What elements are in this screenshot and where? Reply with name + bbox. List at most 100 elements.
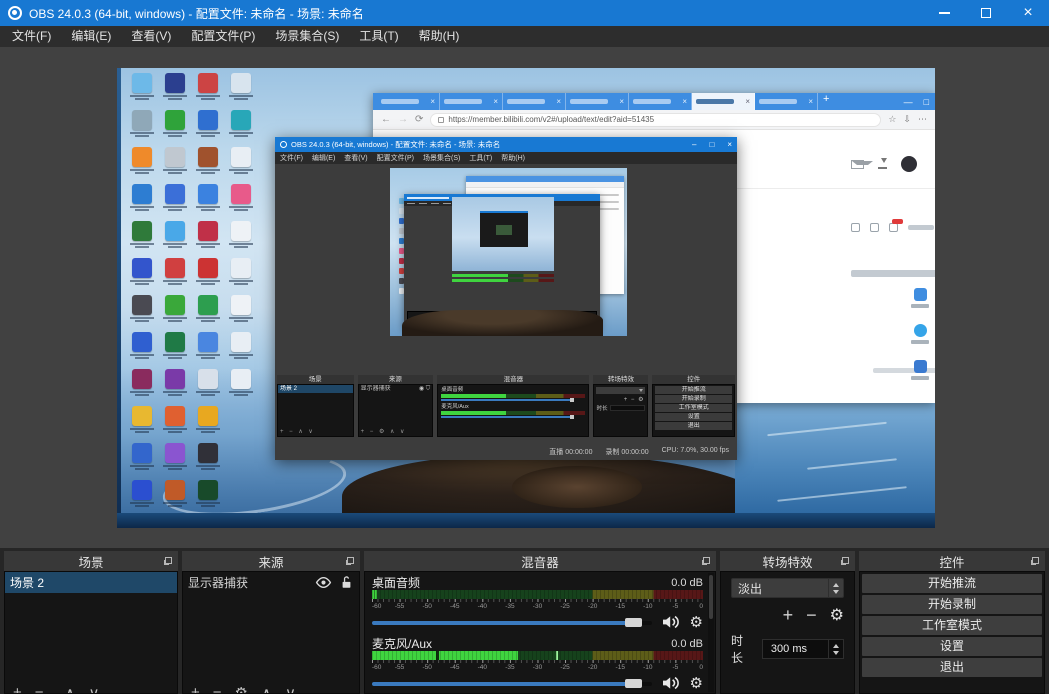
mixer-scrollbar[interactable] [708,573,714,692]
start-recording-button[interactable]: 开始录制 [862,595,1042,614]
select-spinner-icon[interactable] [828,579,843,597]
obs-logo-icon [280,141,287,148]
menu-edit[interactable]: 编辑(E) [61,26,121,47]
source-properties-gear-icon[interactable]: ⚙ [235,684,248,694]
desktop-icon [125,405,158,442]
dock-float-icon[interactable] [165,557,172,564]
mixer-dock-header[interactable]: 混音器 [364,551,716,571]
browser-address-bar: ← → ⟳ https://member.bilibili.com/v2#/up… [373,110,935,130]
source-item[interactable]: 显示器捕获 [183,572,359,593]
add-source-button[interactable]: + [191,684,200,694]
remove-scene-button[interactable]: − [35,684,44,694]
browser-tabs: ×××××××+ [377,93,829,110]
volume-slider[interactable] [372,674,652,693]
window-title: OBS 24.0.3 (64-bit, windows) - 配置文件: 未命名… [29,5,364,22]
nested-channel-name: 桌面音频 [441,387,585,393]
studio-mode-button[interactable]: 工作室模式 [862,616,1042,635]
unlock-icon[interactable] [341,576,352,589]
menu-bar: 文件(F) 编辑(E) 查看(V) 配置文件(P) 场景集合(S) 工具(T) … [0,26,1049,47]
speaker-icon[interactable] [661,614,681,630]
controls-body: 开始推流 开始录制 工作室模式 设置 退出 [859,571,1045,694]
channel-name: 麦克风/Aux [372,635,432,652]
desktop-icon [125,183,158,220]
visibility-eye-icon[interactable] [315,577,332,588]
dock-area: 场景 场景 2 + − ∧ ∨ 来源 [0,548,1049,694]
page-floating-sidebar [911,288,929,380]
desktop-icon-grid [125,72,259,516]
sources-dock-header[interactable]: 来源 [182,551,360,571]
sources-dock: 来源 显示器捕获 + − ⚙ ∧ ∨ [182,551,360,694]
nested-controls-dock: 控件 开始推流 开始录制 工作室模式 设置 退出 [652,375,735,437]
volume-slider[interactable] [372,613,652,632]
menu-scene-collection[interactable]: 场景集合(S) [265,26,349,47]
browser-maximize-icon: □ [924,97,929,107]
menu-tools[interactable]: 工具(T) [349,26,408,47]
transitions-body: 淡出 + − ⚙ 时长 300 ms [720,571,855,694]
channel-settings-gear-icon[interactable]: ⚙ [690,615,703,630]
transition-select[interactable]: 淡出 [731,578,844,598]
dock-float-icon[interactable] [347,557,354,564]
nested-sources-dock: 来源 显示器捕获◉ ⛉ + − ⚙ ∧ ∨ [358,375,434,437]
add-transition-button[interactable]: + [783,606,794,624]
cpu-fps-stats: CPU: 7.0%, 30.00 fps [662,447,729,457]
desktop-icon [158,220,191,257]
start-streaming-button[interactable]: 开始推流 [862,574,1042,593]
forward-icon: → [398,114,408,125]
menu-help[interactable]: 帮助(H) [409,26,470,47]
controls-dock-title: 控件 [939,552,964,571]
preview-canvas[interactable]: ×××××××+ — □ ← → ⟳ https://member.bilibi… [117,68,935,528]
desktop-icon [158,368,191,405]
avatar [901,156,917,172]
menu-item: 场景集合(S) [423,153,460,163]
slider-knob[interactable] [625,679,642,688]
remove-transition-button[interactable]: − [806,606,817,624]
scenes-dock-header[interactable]: 场景 [4,551,178,571]
transitions-dock-header[interactable]: 转场特效 [720,551,855,571]
desktop-icon [191,368,224,405]
menu-file[interactable]: 文件(F) [2,26,61,47]
scene-item[interactable]: 场景 2 [5,572,177,593]
maximize-button[interactable] [965,0,1007,26]
dock-float-icon[interactable] [842,557,849,564]
spinbox-arrows-icon[interactable] [828,640,843,658]
desktop-icon [125,72,158,109]
volume-meter [372,651,703,660]
exit-button[interactable]: 退出 [862,658,1042,677]
duration-spinbox[interactable]: 300 ms [762,639,844,659]
desktop-icon [125,442,158,479]
channel-settings-gear-icon[interactable]: ⚙ [690,676,703,691]
menu-item: 文件(F) [280,153,303,163]
close-button[interactable]: × [1007,0,1049,26]
browser-tab: × [440,93,503,110]
nested-source-item: 显示器捕获 [361,385,391,393]
refresh-icon: ⟳ [415,114,423,125]
scenes-dock-title: 场景 [78,552,103,571]
nested-duration-label: 时长 [596,404,607,412]
browser-menu-icon: ⋯ [918,114,927,125]
minimize-button[interactable] [923,0,965,26]
dock-float-icon[interactable] [703,557,710,564]
move-source-down-button[interactable]: ∨ [285,684,296,694]
duration-value: 300 ms [763,643,828,655]
controls-dock-header[interactable]: 控件 [859,551,1045,571]
settings-button[interactable]: 设置 [862,637,1042,656]
dock-float-icon[interactable] [1032,557,1039,564]
move-scene-down-button[interactable]: ∨ [89,684,100,694]
remove-source-button[interactable]: − [213,684,222,694]
desktop-icon [191,183,224,220]
browser-tab: × [377,93,440,110]
sources-toolbar: + − ⚙ ∧ ∨ [191,684,296,694]
slider-knob[interactable] [625,618,642,627]
desktop-icon [224,146,257,183]
menu-item: 查看(V) [344,153,367,163]
nested-dock-title: 混音器 [437,375,589,384]
move-scene-up-button[interactable]: ∧ [65,684,76,694]
menu-profile[interactable]: 配置文件(P) [181,26,265,47]
transition-properties-gear-icon[interactable]: ⚙ [830,607,844,623]
add-scene-button[interactable]: + [13,684,22,694]
obs-logo-icon [8,6,22,20]
sidebar-shortcut [911,324,929,344]
speaker-icon[interactable] [661,675,681,691]
move-source-up-button[interactable]: ∧ [261,684,272,694]
menu-view[interactable]: 查看(V) [121,26,181,47]
